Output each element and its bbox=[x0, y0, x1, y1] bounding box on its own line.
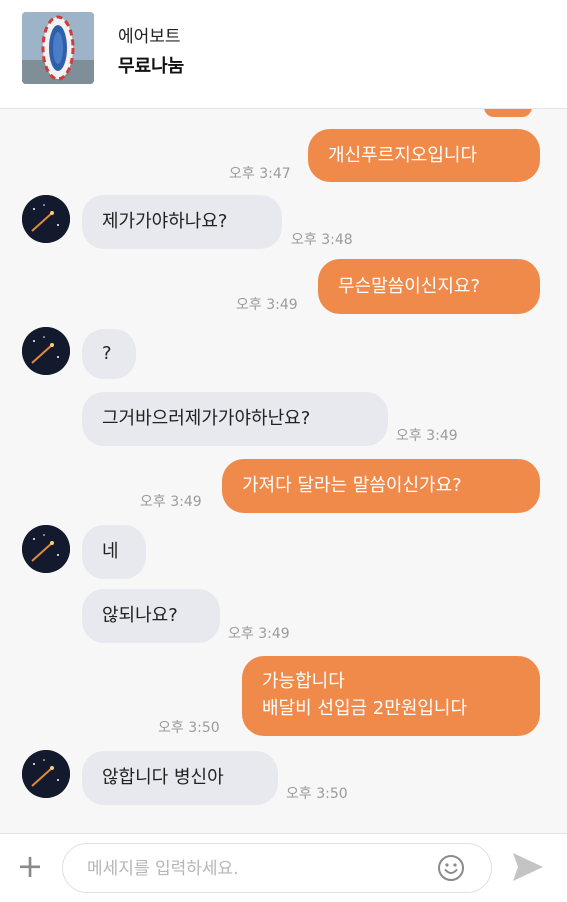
plus-icon[interactable]: + bbox=[14, 846, 46, 886]
message-list[interactable]: 개신푸르지오입니다 오후 3:47 제가가야하나요? 오후 3:48 무슨말씀이… bbox=[0, 109, 567, 833]
message-time: 오후 3:50 bbox=[286, 786, 348, 802]
message-bubble[interactable]: ? bbox=[82, 329, 136, 379]
message-time: 오후 3:49 bbox=[140, 494, 202, 510]
message-bubble[interactable]: 가능합니다 배달비 선입금 2만원입니다 bbox=[242, 656, 540, 736]
message-bubble[interactable]: 않되나요? bbox=[82, 589, 220, 643]
avatar[interactable] bbox=[22, 195, 70, 243]
avatar[interactable] bbox=[22, 525, 70, 573]
message-input[interactable] bbox=[85, 852, 429, 886]
message-bubble[interactable]: 무슨말씀이신지요? bbox=[318, 259, 540, 314]
previous-message-bubble bbox=[484, 109, 532, 117]
avatar[interactable] bbox=[22, 750, 70, 798]
message-time: 오후 3:49 bbox=[228, 626, 290, 642]
chat-header: 에어보트 무료나눔 bbox=[0, 0, 567, 109]
avatar[interactable] bbox=[22, 327, 70, 375]
message-time: 오후 3:47 bbox=[229, 166, 291, 182]
message-bubble[interactable]: 않합니다 병신아 bbox=[82, 751, 278, 805]
smiley-icon[interactable] bbox=[437, 854, 465, 882]
message-time: 오후 3:50 bbox=[158, 720, 220, 736]
item-thumbnail[interactable] bbox=[22, 12, 94, 84]
message-input-wrapper bbox=[62, 843, 492, 893]
message-line: 가능합니다 bbox=[262, 671, 345, 692]
item-status: 무료나눔 bbox=[118, 56, 185, 77]
message-composer: + bbox=[0, 833, 567, 902]
message-bubble[interactable]: 그거바으러제가가야하난요? bbox=[82, 392, 388, 446]
message-time: 오후 3:49 bbox=[236, 297, 298, 313]
message-bubble[interactable]: 가져다 달라는 말씀이신가요? bbox=[222, 459, 540, 513]
message-bubble[interactable]: 개신푸르지오입니다 bbox=[308, 129, 540, 182]
message-bubble[interactable]: 네 bbox=[82, 525, 146, 579]
message-line: 배달비 선입금 2만원입니다 bbox=[262, 698, 468, 719]
item-title: 에어보트 bbox=[118, 27, 181, 47]
message-bubble[interactable]: 제가가야하나요? bbox=[82, 195, 282, 249]
send-icon[interactable] bbox=[510, 850, 546, 884]
message-time: 오후 3:48 bbox=[291, 232, 353, 248]
message-time: 오후 3:49 bbox=[396, 428, 458, 444]
